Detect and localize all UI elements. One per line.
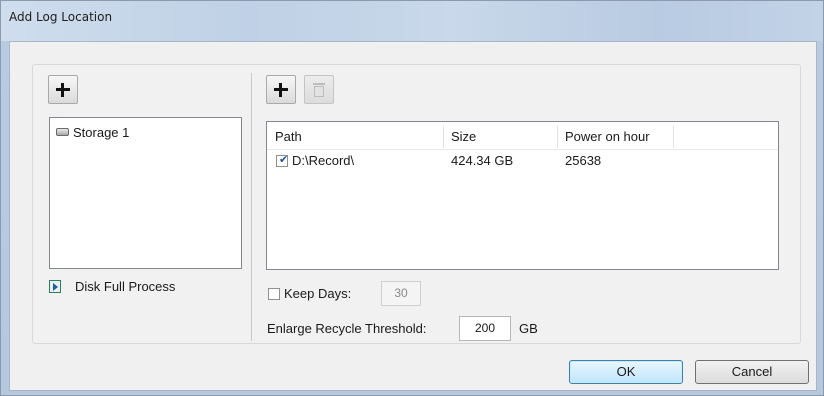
storage-label: Storage 1	[73, 125, 130, 140]
column-separator	[443, 126, 444, 148]
recycle-threshold-label: Enlarge Recycle Threshold:	[267, 321, 427, 336]
recycle-threshold-unit: GB	[519, 321, 538, 336]
row-power-on-hour: 25638	[565, 153, 602, 168]
play-icon	[49, 280, 61, 293]
recycle-threshold-field[interactable]: 200	[459, 316, 511, 341]
add-path-button[interactable]	[266, 75, 296, 104]
title-bar[interactable]: Add Log Location	[1, 1, 823, 41]
window-title: Add Log Location	[9, 10, 113, 24]
column-header-path[interactable]: Path	[275, 128, 302, 146]
ok-button[interactable]: OK	[569, 360, 683, 384]
panel-divider	[251, 73, 252, 341]
checkmark-icon: ✔	[279, 154, 289, 166]
path-table[interactable]: Path Size Power on hour ✔ D:\Record\ 424…	[266, 121, 779, 270]
drive-icon	[56, 128, 69, 136]
keep-days-field[interactable]: 30	[381, 281, 421, 306]
content-frame: Storage 1 Disk Full Process Path Size Po…	[32, 64, 801, 344]
storage-list[interactable]: Storage 1	[49, 117, 242, 269]
delete-path-button[interactable]	[304, 75, 334, 104]
header-divider	[267, 149, 778, 150]
row-size: 424.34 GB	[451, 153, 514, 168]
keep-days-label: Keep Days:	[284, 286, 352, 301]
add-storage-button[interactable]	[48, 75, 78, 104]
cancel-button[interactable]: Cancel	[695, 360, 809, 384]
row-checkbox[interactable]: ✔	[276, 154, 289, 167]
keep-days-checkbox[interactable]	[268, 288, 280, 300]
row-path: D:\Record\	[292, 153, 355, 168]
column-separator	[557, 126, 558, 148]
column-header-size[interactable]: Size	[451, 128, 476, 146]
disk-full-process-label: Disk Full Process	[75, 279, 176, 294]
column-header-power-on-hour[interactable]: Power on hour	[565, 128, 650, 146]
dialog-window: Add Log Location Storage 1 Disk Full Pro…	[0, 0, 824, 396]
column-separator	[673, 126, 674, 148]
dialog-body: Storage 1 Disk Full Process Path Size Po…	[9, 41, 817, 391]
